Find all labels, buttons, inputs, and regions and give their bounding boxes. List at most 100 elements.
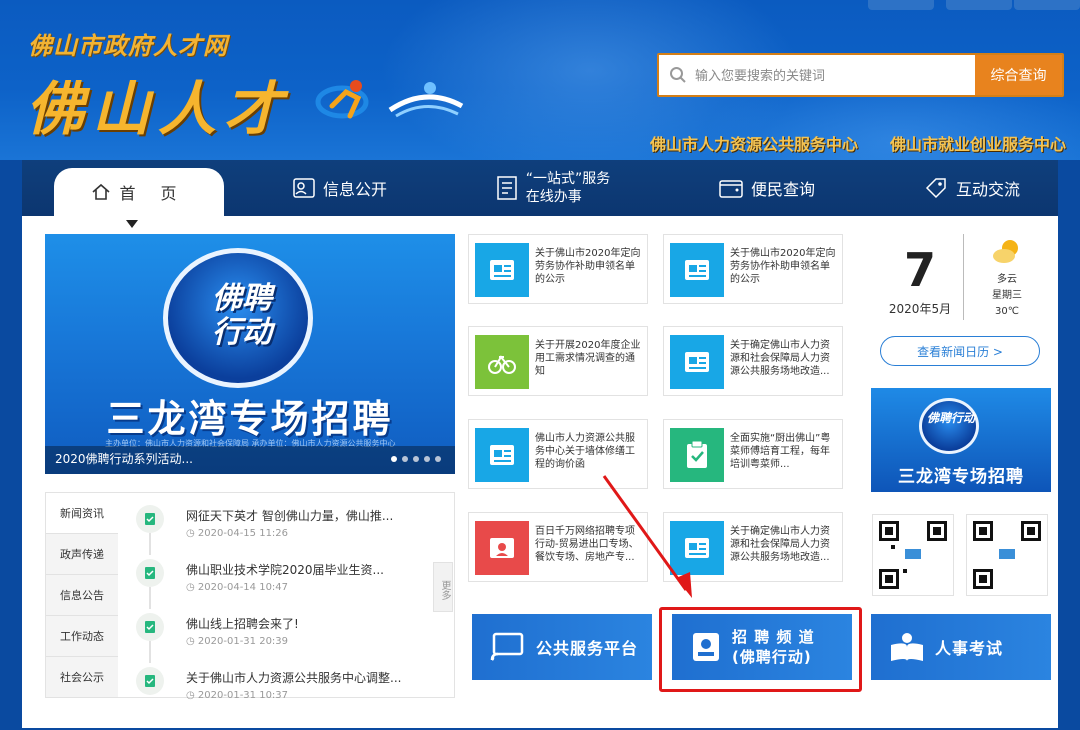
jobs-logo-icon [388, 82, 464, 118]
main-banner[interactable]: 佛聘 行动 三龙湾专场招聘 主办单位：佛山市人力资源和社会保障局 承办单位：佛山… [45, 234, 455, 474]
info-card-title: 佛山市人力资源公共服务中心关于墙体修缮工程的询价函 [535, 433, 635, 470]
nav-home[interactable]: 首 页 [54, 168, 224, 216]
info-card-title: 关于佛山市2020年定向劳务协作补助申领名单的公示 [535, 248, 641, 285]
qr-code-icon [872, 514, 954, 596]
timeline-line [149, 533, 151, 555]
news-date-value: 2020-01-31 20:39 [197, 636, 289, 647]
info-card[interactable]: 关于佛山市2020年定向劳务协作补助申领名单的公示 [663, 234, 843, 304]
cast-screen-icon [490, 632, 524, 661]
news-clip-icon [136, 613, 164, 641]
info-card-title: 关于确定佛山市人力资源和社会保障局人力资源公共服务场地改造... [730, 526, 830, 563]
nav-caret-icon [126, 220, 138, 228]
news-date-value: 2020-04-14 10:47 [197, 582, 289, 593]
news-date: ◷ 2020-01-31 20:39 [186, 636, 289, 647]
banner-headline: 三龙湾专场招聘 [106, 397, 394, 441]
news-item[interactable]: 佛山职业技术学院2020届毕业生资... ◷ 2020-04-14 10:47 [128, 553, 428, 609]
highlight-box [659, 607, 862, 692]
temperature-text: 30℃ [995, 306, 1019, 317]
bike-icon [475, 335, 529, 389]
carousel-dots [391, 456, 441, 462]
clipboard-icon [670, 428, 724, 482]
book-person-icon [891, 633, 923, 661]
side-banner-badge [919, 398, 979, 454]
search-box: 综合查询 [657, 53, 1064, 97]
news-date: ◷ 2020-04-14 10:47 [186, 582, 289, 593]
info-card[interactable]: 关于佛山市2020年定向劳务协作补助申领名单的公示 [468, 234, 648, 304]
info-card-title: 关于佛山市2020年定向劳务协作补助申领名单的公示 [730, 248, 836, 285]
hr-service-center-link[interactable]: 佛山市人力资源公共服务中心 [650, 131, 858, 155]
document-list-icon [496, 176, 517, 200]
nav-interact[interactable]: 互动交流 [902, 160, 1042, 216]
nav-interact-label: 互动交流 [955, 180, 1020, 199]
banner-badge-text: 佛聘 行动 [177, 282, 307, 350]
date-divider [963, 234, 964, 320]
tab-news[interactable]: 新闻资讯 [46, 493, 118, 534]
nav-query-label: 便民查询 [750, 180, 815, 199]
tab-work-updates[interactable]: 工作动态 [46, 616, 118, 657]
news-clip-icon [136, 667, 164, 695]
nav-info-public[interactable]: 信息公开 [260, 160, 420, 216]
info-card[interactable]: 佛山市人力资源公共服务中心关于墙体修缮工程的询价函 [468, 419, 648, 489]
tab-announcement[interactable]: 信息公告 [46, 575, 118, 616]
recruit-icon [475, 521, 529, 575]
nav-onestop[interactable]: “一站式”服务 在线办事 [468, 160, 638, 216]
search-input[interactable] [695, 63, 965, 89]
search-button[interactable]: 综合查询 [975, 55, 1062, 95]
nav-onestop-line2: 在线办事 [525, 189, 582, 205]
top-tab[interactable] [868, 0, 934, 10]
news-item[interactable]: 网征天下英才 智创佛山力量，佛山推... ◷ 2020-04-15 11:26 [128, 499, 428, 555]
doc-card-icon [670, 243, 724, 297]
info-card[interactable]: 全面实施“厨出佛山”粤菜师傅培育工程，每年培训粤菜师... [663, 419, 843, 489]
carousel-dot[interactable] [413, 456, 419, 462]
info-card[interactable]: 关于开展2020年度企业用工需求情况调查的通知 [468, 326, 648, 396]
qr-code-icon [966, 514, 1048, 596]
tab-public-notice[interactable]: 社会公示 [46, 657, 118, 698]
carousel-dot[interactable] [424, 456, 430, 462]
doc-card-icon [475, 428, 529, 482]
weather-widget: 多云 星期三 30℃ [976, 236, 1038, 320]
runner-logo-icon [315, 80, 369, 119]
banner-badge-line2: 行动 [212, 315, 272, 350]
personnel-exam-button[interactable]: 人事考试 [871, 614, 1051, 680]
site-subtitle: 佛山市政府人才网 [28, 32, 228, 60]
news-title[interactable]: 佛山职业技术学院2020届毕业生资... [186, 553, 428, 578]
top-tab[interactable] [1014, 0, 1080, 10]
news-date-value: 2020-04-15 11:26 [197, 528, 289, 539]
info-card[interactable]: 百日千万网络招聘专项行动-贸易进出口专场、餐饮专场、房地产专... [468, 512, 648, 582]
doc-card-icon [670, 521, 724, 575]
site-header: 佛山市政府人才网 佛山人才 综合查询 佛山市人力资源公共服务中心 佛山市就业创业… [0, 0, 1080, 160]
doc-card-icon [475, 243, 529, 297]
employment-center-link[interactable]: 佛山市就业创业服务中心 [890, 131, 1066, 155]
news-clip-icon [136, 505, 164, 533]
nav-home-label: 首 页 [119, 184, 187, 203]
carousel-dot[interactable] [435, 456, 441, 462]
banner-badge-line1: 佛聘 [212, 281, 272, 316]
home-icon [92, 183, 110, 200]
carousel-dot[interactable] [391, 456, 397, 462]
top-tab[interactable] [946, 0, 1012, 10]
info-card-title: 全面实施“厨出佛山”粤菜师傅培育工程，每年培训粤菜师... [730, 433, 831, 470]
news-date: ◷ 2020-04-15 11:26 [186, 528, 289, 539]
carousel-dot[interactable] [402, 456, 408, 462]
news-title[interactable]: 佛山线上招聘会来了! [186, 607, 428, 632]
news-clip-icon [136, 559, 164, 587]
info-card[interactable]: 关于确定佛山市人力资源和社会保障局人力资源公共服务场地改造... [663, 512, 843, 582]
site-title[interactable]: 佛山人才 [26, 62, 290, 146]
info-card-title: 关于确定佛山市人力资源和社会保障局人力资源公共服务场地改造... [730, 340, 830, 377]
public-service-platform-button[interactable]: 公共服务平台 [472, 614, 652, 680]
info-card[interactable]: 关于确定佛山市人力资源和社会保障局人力资源公共服务场地改造... [663, 326, 843, 396]
news-calendar-button[interactable]: 查看新闻日历 > [880, 336, 1040, 366]
news-item[interactable]: 佛山线上招聘会来了! ◷ 2020-01-31 20:39 [128, 607, 428, 663]
nav-query[interactable]: 便民查询 [692, 160, 842, 216]
info-card-title: 百日千万网络招聘专项行动-贸易进出口专场、餐饮专场、房地产专... [535, 526, 639, 563]
personnel-exam-label: 人事考试 [935, 639, 1004, 658]
news-title[interactable]: 关于佛山市人力资源公共服务中心调整... [186, 661, 428, 686]
news-title[interactable]: 网征天下英才 智创佛山力量，佛山推... [186, 499, 428, 524]
search-icon [670, 67, 686, 83]
news-item[interactable]: 关于佛山市人力资源公共服务中心调整... ◷ 2020-01-31 10:37 [128, 661, 428, 715]
side-banner[interactable]: 佛聘行动 三龙湾专场招聘 [871, 388, 1051, 492]
tab-policy[interactable]: 政声传递 [46, 534, 118, 575]
timeline-line [149, 587, 151, 609]
news-more-button[interactable]: 更多 [433, 562, 453, 612]
news-date-value: 2020-01-31 10:37 [197, 690, 289, 701]
